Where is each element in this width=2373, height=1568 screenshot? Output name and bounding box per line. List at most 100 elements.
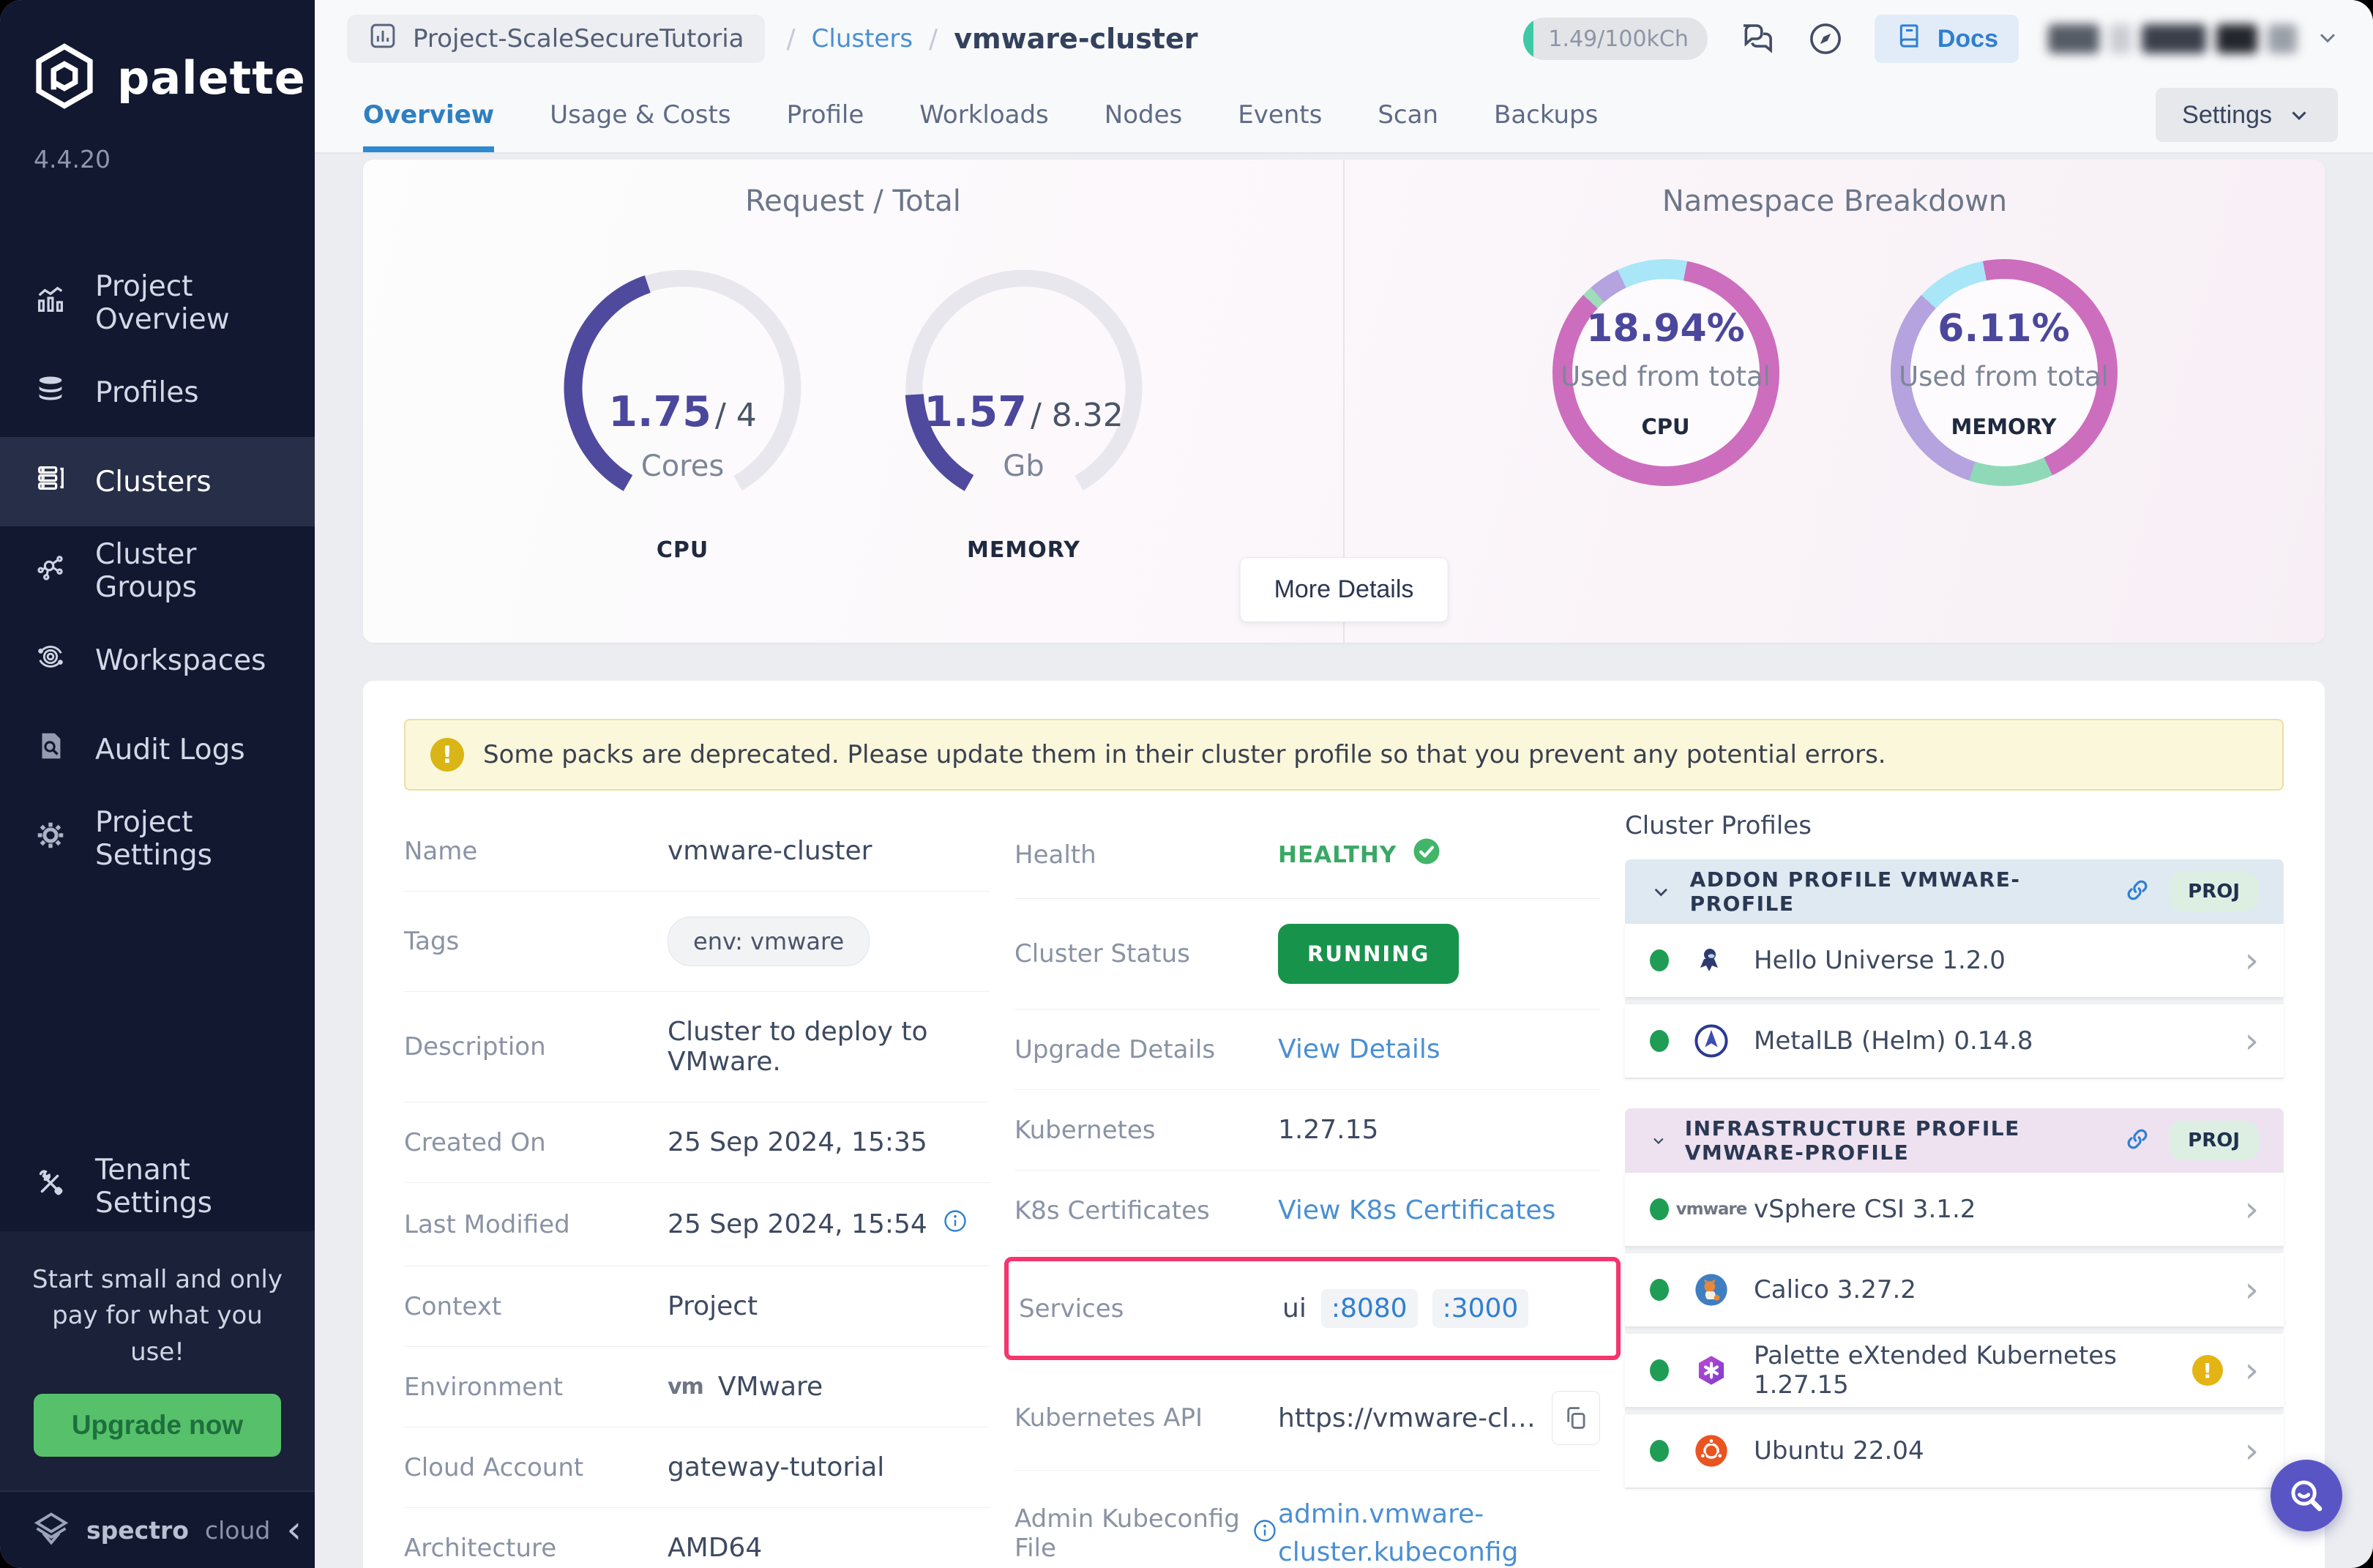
admin-kubeconfig-link[interactable]: admin.vmware-cluster.kubeconfig [1278,1496,1520,1568]
detail-row-description: Description Cluster to deploy to VMware. [404,992,990,1102]
upgrade-view-details-link[interactable]: View Details [1278,1034,1440,1064]
copy-button[interactable] [1552,1391,1600,1445]
tab-label: Workloads [919,100,1048,130]
tab-label: Profile [787,100,864,130]
kubernetes-api-url: https://vmware-cluster-ct... [1278,1403,1537,1433]
sidebar-item-audit-logs[interactable]: Audit Logs [0,705,315,794]
chevron-right-icon: › [2245,1272,2259,1307]
tab-nodes[interactable]: Nodes [1105,78,1182,152]
status-dot [1650,1030,1669,1052]
project-selector[interactable]: Project-ScaleSecureTutoria [347,15,765,63]
row-label: Description [404,1032,668,1061]
search-help-button[interactable] [2271,1460,2342,1531]
compass-button[interactable] [1806,19,1845,59]
cluster-details-card: ! Some packs are deprecated. Please upda… [363,681,2325,1568]
chat-button[interactable] [1737,19,1776,59]
sidebar-item-clusters[interactable]: Clusters [0,437,315,526]
detail-row-services: Services ui :8080 :3000 [1019,1264,1596,1353]
tab-usage-costs[interactable]: Usage & Costs [550,78,730,152]
network-icon [34,550,67,591]
brand-name: palette [117,51,306,105]
footer-brand-light: cloud [205,1516,270,1545]
detail-row-health: Health HEALTHY [1014,811,1600,899]
tab-label: Usage & Costs [550,100,730,130]
pack-warning-icon: ! [2192,1355,2223,1386]
row-label: Architecture [404,1534,668,1563]
info-icon[interactable] [942,1208,968,1241]
tab-overview[interactable]: Overview [363,78,494,152]
row-label: Health [1014,840,1278,870]
namespace-breakdown-panel: Namespace Breakdown 18.94% Used from tot… [1343,160,2325,643]
cpu-request-value: 1.75 [608,388,711,436]
request-total-title: Request / Total [363,184,1343,218]
profile-item-palette-extended-kubernetes[interactable]: Palette eXtended Kubernetes 1.27.15 ! › [1625,1334,2284,1407]
profile-item-ubuntu[interactable]: Ubuntu 22.04 › [1625,1414,2284,1487]
collapse-sidebar-icon[interactable]: ‹ [286,1511,302,1549]
status-dot [1650,949,1669,971]
row-label: Kubernetes API [1014,1403,1278,1433]
sidebar-item-cluster-groups[interactable]: Cluster Groups [0,526,315,616]
sidebar-item-label: Clusters [95,466,212,499]
tab-events[interactable]: Events [1238,78,1322,152]
view-k8s-certificates-link[interactable]: View K8s Certificates [1278,1195,1555,1225]
breadcrumb: / Clusters / vmware-cluster [787,23,1198,55]
docs-button[interactable]: Docs [1875,15,2019,63]
tab-workloads[interactable]: Workloads [919,78,1048,152]
status-column: Health HEALTHY Cluste [1014,811,1600,1568]
sidebar-item-project-overview[interactable]: Project Overview [0,258,315,348]
service-port-3000-link[interactable]: :3000 [1432,1289,1529,1328]
row-label: Name [404,837,668,866]
cluster-profiles-title: Cluster Profiles [1625,811,2284,840]
sidebar-item-profiles[interactable]: Profiles [0,348,315,437]
cpu-gauge: 1.75 / 4 Cores CPU [544,249,822,563]
sidebar-item-workspaces[interactable]: Workspaces [0,616,315,705]
app-window: palette 4.4.20 Project Overview [0,0,2373,1568]
tab-label: Overview [363,100,494,130]
profile-item-vsphere-csi[interactable]: vmware vSphere CSI 3.1.2 › [1625,1173,2284,1246]
environment-value: VMware [718,1372,823,1402]
sidebar-item-label: Profiles [95,376,199,409]
more-details-button[interactable]: More Details [1240,557,1449,622]
breadcrumb-clusters-link[interactable]: Clusters [812,24,913,53]
overview-column: Name vmware-cluster Tags env: vmware Des… [404,811,990,1568]
tab-scan[interactable]: Scan [1378,78,1438,152]
settings-button[interactable]: Settings [2156,88,2338,142]
tab-label: Events [1238,100,1322,130]
infrastructure-profile-header[interactable]: INFRASTRUCTURE PROFILE VMWARE-PROFILE PR… [1625,1108,2284,1173]
sidebar-item-project-settings[interactable]: Project Settings [0,794,315,884]
info-icon[interactable] [1252,1517,1278,1550]
user-menu[interactable] [2048,24,2341,53]
detail-row-kubernetes-api: Kubernetes API https://vmware-cluster-ct… [1014,1366,1600,1471]
row-label: Admin Kubeconfig File [1014,1504,1240,1563]
profile-item-hello-universe[interactable]: Hello Universe 1.2.0 › [1625,924,2284,997]
link-icon [2123,876,2151,907]
profile-pack-name: Ubuntu 22.04 [1754,1436,1924,1466]
top-bar-actions: 1.49/100kCh [1523,15,2341,63]
cpu-used-caption: Used from total [1561,361,1771,392]
last-modified-value: 25 Sep 2024, 15:54 [668,1209,927,1239]
tab-profile[interactable]: Profile [787,78,864,152]
cluster-profiles-column: Cluster Profiles ADDON PROFILE VMWARE-PR… [1625,811,2284,1568]
layers-icon [34,372,67,413]
request-total-panel: Request / Total 1.75 / 4 Cores [363,160,1343,643]
orbit-icon [34,640,67,681]
tab-label: Backups [1494,100,1598,130]
profile-item-metallb[interactable]: MetalLB (Helm) 0.14.8 › [1625,1004,2284,1078]
vmware-vm-icon: vm [668,1374,703,1400]
upgrade-now-button[interactable]: Upgrade now [34,1394,281,1457]
profile-group-name: ADDON PROFILE VMWARE-PROFILE [1690,867,2107,916]
sidebar-item-label: Workspaces [95,644,266,677]
breadcrumb-separator: / [929,24,938,54]
cpu-donut-ring: 18.94% Used from total CPU [1552,259,1779,486]
check-circle-icon [1411,836,1442,873]
service-port-8080-link[interactable]: :8080 [1321,1289,1418,1328]
calico-icon [1691,1271,1732,1309]
profile-pack-name: Hello Universe 1.2.0 [1754,946,2006,975]
profile-item-calico[interactable]: Calico 3.27.2 › [1625,1253,2284,1326]
memory-donut-ring: 6.11% Used from total MEMORY [1891,259,2118,486]
tab-backups[interactable]: Backups [1494,78,1598,152]
addon-profile-header[interactable]: ADDON PROFILE VMWARE-PROFILE PROJ [1625,859,2284,924]
sidebar-item-tenant-settings[interactable]: Tenant Settings [0,1142,315,1231]
context-value: Project [668,1291,758,1321]
chevron-right-icon: › [2245,1023,2259,1059]
